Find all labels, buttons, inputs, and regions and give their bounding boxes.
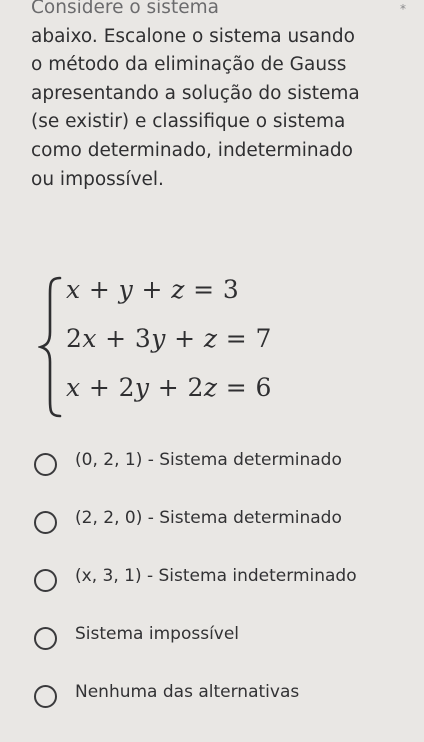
option-label[interactable]: (0, 2, 1) - Sistema determinado xyxy=(75,450,342,470)
radio-button[interactable] xyxy=(34,685,57,708)
question-line: o método da eliminação de Gauss xyxy=(31,54,347,76)
required-mark: * xyxy=(400,2,406,16)
question-line: Considere o sistema xyxy=(31,0,219,18)
answer-options: (0, 2, 1) - Sistema determinado (2, 2, 0… xyxy=(34,447,414,737)
option-label[interactable]: (x, 3, 1) - Sistema indeterminado xyxy=(75,566,357,586)
option-5[interactable]: Nenhuma das alternativas xyxy=(34,679,414,737)
question-line: ou impossível. xyxy=(31,168,164,190)
equation-1: x + y + z = 3 xyxy=(66,275,240,304)
equation-system: x + y + z = 3 2x + 3y + z = 7 x + 2y + 2… xyxy=(38,272,338,422)
option-label[interactable]: (2, 2, 0) - Sistema determinado xyxy=(75,508,342,528)
question-line: apresentando a solução do sistema xyxy=(31,82,360,104)
option-3[interactable]: (x, 3, 1) - Sistema indeterminado xyxy=(34,563,414,621)
question-line: (se existir) e classifique o sistema xyxy=(31,111,346,133)
option-1[interactable]: (0, 2, 1) - Sistema determinado xyxy=(34,447,414,505)
question-line: abaixo. Escalone o sistema usando xyxy=(31,25,355,47)
option-label[interactable]: Sistema impossível xyxy=(75,624,239,644)
question-text: Considere o sistema abaixo. Escalone o s… xyxy=(31,0,403,194)
equation-3: x + 2y + 2z = 6 xyxy=(66,373,272,402)
radio-button[interactable] xyxy=(34,453,57,476)
equation-2: 2x + 3y + z = 7 xyxy=(66,324,272,353)
radio-button[interactable] xyxy=(34,511,57,534)
option-label[interactable]: Nenhuma das alternativas xyxy=(75,682,299,702)
radio-button[interactable] xyxy=(34,627,57,650)
radio-button[interactable] xyxy=(34,569,57,592)
left-brace-icon xyxy=(38,276,62,418)
option-4[interactable]: Sistema impossível xyxy=(34,621,414,679)
option-2[interactable]: (2, 2, 0) - Sistema determinado xyxy=(34,505,414,563)
question-line: como determinado, indeterminado xyxy=(31,139,353,161)
